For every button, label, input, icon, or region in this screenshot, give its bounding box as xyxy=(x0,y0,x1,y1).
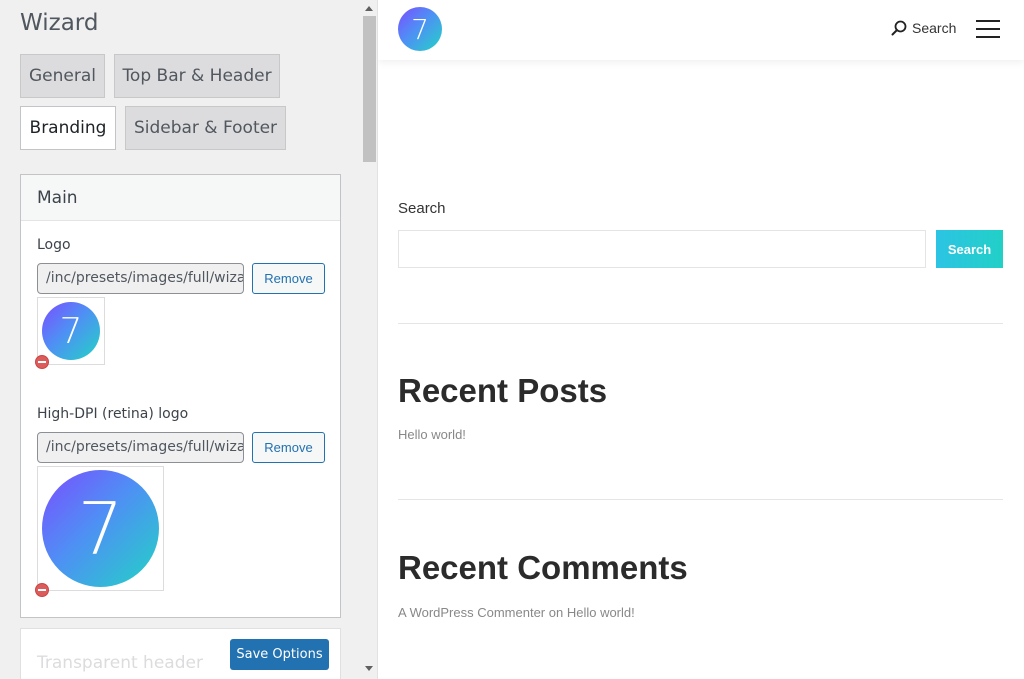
scroll-up-arrow-icon[interactable] xyxy=(365,6,373,11)
search-submit-button[interactable]: Search xyxy=(936,230,1003,268)
recent-comments-title: Recent Comments xyxy=(398,549,688,586)
recent-post-link[interactable]: Hello world! xyxy=(398,427,466,442)
header-search-toggle[interactable]: Search xyxy=(891,20,956,36)
logo-label: Logo xyxy=(37,237,71,253)
menu-icon[interactable] xyxy=(976,20,1000,38)
comment-author-link[interactable]: A WordPress Commenter xyxy=(398,605,545,620)
recent-post-item: Hello world! xyxy=(398,427,466,442)
main-options-panel: Main Logo /inc/presets/images/full/wizar… xyxy=(20,174,341,618)
site-logo[interactable]: 7 xyxy=(398,7,442,51)
logo-path-input[interactable]: /inc/presets/images/full/wizard-logo.png xyxy=(37,263,244,294)
site-header: 7 Search xyxy=(378,0,1024,60)
scroll-down-arrow-icon[interactable] xyxy=(365,666,373,671)
scroll-thumb[interactable] xyxy=(363,16,376,162)
retina-logo-path-input[interactable]: /inc/presets/images/full/wizard-logo-hd.… xyxy=(37,432,244,463)
retina-logo-image: 7 xyxy=(42,470,159,587)
retina-logo-thumbnail: 7 xyxy=(37,466,164,591)
wizard-scrollbar[interactable] xyxy=(361,0,377,679)
header-search-label: Search xyxy=(912,20,957,36)
logo-thumbnail: 7 xyxy=(37,297,105,365)
recent-comment-item: A WordPress Commenter on Hello world! xyxy=(398,605,635,620)
site-preview: 7 Search Search Search Recent Posts Hell… xyxy=(378,0,1024,679)
search-widget-title: Search xyxy=(398,200,446,217)
recent-posts-title: Recent Posts xyxy=(398,372,608,409)
divider xyxy=(398,499,1003,500)
retina-logo-label: High-DPI (retina) logo xyxy=(37,406,189,422)
comment-connector: on xyxy=(545,605,567,620)
wizard-panel: Wizard General Top Bar & Header Branding… xyxy=(0,0,378,679)
main-panel-title: Main xyxy=(21,175,340,221)
divider xyxy=(398,323,1003,324)
save-options-button[interactable]: Save Options xyxy=(230,639,329,670)
logo-remove-button[interactable]: Remove xyxy=(252,263,325,294)
transparent-header-title: Transparent header xyxy=(37,653,203,673)
remove-image-icon[interactable] xyxy=(35,583,49,597)
logo-image: 7 xyxy=(42,302,100,360)
tab-top-bar-header[interactable]: Top Bar & Header xyxy=(114,54,280,98)
retina-logo-remove-button[interactable]: Remove xyxy=(252,432,325,463)
tab-branding[interactable]: Branding xyxy=(20,106,116,150)
wizard-title: Wizard xyxy=(20,10,99,36)
tab-sidebar-footer[interactable]: Sidebar & Footer xyxy=(125,106,286,150)
tab-general[interactable]: General xyxy=(20,54,105,98)
search-input[interactable] xyxy=(398,230,926,268)
comment-post-link[interactable]: Hello world! xyxy=(567,605,635,620)
search-icon xyxy=(891,20,907,36)
remove-image-icon[interactable] xyxy=(35,355,49,369)
